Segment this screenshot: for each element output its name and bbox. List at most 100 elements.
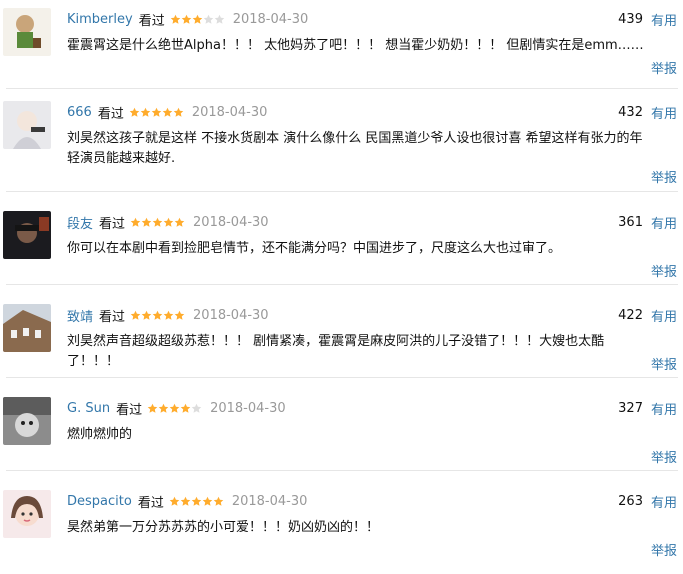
watched-label: 看过 — [137, 495, 164, 511]
star-filled-icon — [158, 403, 169, 414]
star-filled-icon — [180, 403, 191, 414]
star-filled-icon — [202, 496, 213, 507]
watched-label: 看过 — [97, 106, 124, 122]
vote-count: 361 — [618, 214, 643, 230]
star-empty-icon — [214, 14, 225, 25]
report-link[interactable]: 举报 — [651, 58, 677, 77]
star-filled-icon — [141, 310, 152, 321]
star-empty-icon — [191, 403, 202, 414]
divider — [6, 284, 678, 285]
star-filled-icon — [169, 403, 180, 414]
review-content: 霍震霄这是什么绝世Alpha！！！ 太他妈苏了吧！！！ 想当霍少奶奶！！！ 但剧… — [67, 38, 644, 53]
divider — [6, 377, 678, 378]
watched-label: 看过 — [116, 402, 143, 418]
useful-button[interactable]: 有用 — [651, 399, 677, 418]
review-content: 刘昊然这孩子就是这样 不接水货剧本 演什么像什么 民国黑道少爷人设也很讨喜 希望… — [67, 131, 643, 166]
vote-area: 361 有用 — [618, 213, 677, 232]
review-meta: G. Sun 看过 2018-04-30 — [67, 399, 286, 418]
vote-area: 263 有用 — [618, 492, 677, 511]
review-item: 666 看过 2018-04-30 432 有用 刘昊然这孩子就是这样 不接水货… — [0, 93, 683, 186]
divider — [6, 470, 678, 471]
watched-label: 看过 — [99, 309, 126, 325]
review-meta: Despacito 看过 2018-04-30 — [67, 492, 307, 511]
report-link[interactable]: 举报 — [651, 261, 677, 280]
star-filled-icon — [152, 217, 163, 228]
avatar[interactable] — [3, 304, 51, 352]
useful-button[interactable]: 有用 — [651, 10, 677, 29]
vote-area: 432 有用 — [618, 103, 677, 122]
star-filled-icon — [152, 310, 163, 321]
vote-count: 432 — [618, 104, 643, 120]
useful-button[interactable]: 有用 — [651, 492, 677, 511]
star-filled-icon — [169, 496, 180, 507]
star-filled-icon — [130, 310, 141, 321]
review-item: 段友 看过 2018-04-30 361 有用 你可以在本剧中看到捡肥皂情节，还… — [0, 203, 683, 295]
review-list: Kimberley 看过 2018-04-30 439 有用 霍震霄这是什么绝世… — [0, 0, 683, 561]
star-filled-icon — [192, 14, 203, 25]
watched-label: 看过 — [138, 13, 165, 29]
author-link[interactable]: 段友 — [67, 213, 93, 232]
star-filled-icon — [191, 496, 202, 507]
star-filled-icon — [151, 107, 162, 118]
star-filled-icon — [130, 217, 141, 228]
author-link[interactable]: 致靖 — [67, 306, 93, 325]
star-filled-icon — [174, 217, 185, 228]
review-meta: 致靖 看过 2018-04-30 — [67, 306, 269, 325]
star-filled-icon — [173, 107, 184, 118]
review-content: 你可以在本剧中看到捡肥皂情节，还不能满分吗？中国进步了，尺度这么大也过审了。 — [67, 241, 562, 256]
author-link[interactable]: G. Sun — [67, 401, 110, 416]
rating-stars — [130, 217, 185, 228]
avatar[interactable] — [3, 8, 51, 56]
author-link[interactable]: Kimberley — [67, 12, 133, 27]
vote-area: 439 有用 — [618, 10, 677, 29]
review-content: 昊然弟第一万分苏苏苏的小可爱！！！奶凶奶凶的！！ — [67, 520, 380, 535]
useful-button[interactable]: 有用 — [651, 213, 677, 232]
useful-button[interactable]: 有用 — [651, 306, 677, 325]
star-filled-icon — [174, 310, 185, 321]
avatar[interactable] — [3, 397, 51, 445]
star-filled-icon — [163, 310, 174, 321]
rating-stars — [130, 310, 185, 321]
avatar[interactable] — [3, 490, 51, 538]
avatar[interactable] — [3, 101, 51, 149]
vote-count: 263 — [618, 493, 643, 509]
rating-stars — [147, 403, 202, 414]
review-content: 燃帅燃帅的 — [67, 427, 133, 442]
star-empty-icon — [203, 14, 214, 25]
vote-count: 327 — [618, 400, 643, 416]
review-date: 2018-04-30 — [232, 11, 309, 27]
review-date: 2018-04-30 — [193, 214, 269, 230]
review-item: 致靖 看过 2018-04-30 422 有用 刘昊然声音超级超级苏惹！！！ 剧… — [0, 296, 683, 388]
author-link[interactable]: Despacito — [67, 494, 132, 509]
star-filled-icon — [181, 14, 192, 25]
review-item: Kimberley 看过 2018-04-30 439 有用 霍震霄这是什么绝世… — [0, 0, 683, 92]
star-filled-icon — [162, 107, 173, 118]
vote-count: 422 — [618, 307, 643, 323]
star-filled-icon — [129, 107, 140, 118]
star-filled-icon — [147, 403, 158, 414]
review-date: 2018-04-30 — [191, 104, 268, 120]
star-filled-icon — [141, 217, 152, 228]
vote-area: 327 有用 — [618, 399, 677, 418]
avatar[interactable] — [3, 211, 51, 259]
divider — [6, 191, 678, 192]
useful-button[interactable]: 有用 — [651, 103, 677, 122]
review-date: 2018-04-30 — [193, 307, 269, 323]
review-content: 刘昊然声音超级超级苏惹！！！ 剧情紧凑，霍震霄是麻皮阿洪的儿子没错了！！！大嫂也… — [67, 334, 605, 369]
review-date: 2018-04-30 — [210, 400, 286, 416]
watched-label: 看过 — [99, 216, 126, 232]
star-filled-icon — [180, 496, 191, 507]
divider — [6, 88, 678, 89]
rating-stars — [169, 496, 224, 507]
author-link[interactable]: 666 — [67, 105, 92, 120]
rating-stars — [129, 107, 184, 118]
star-filled-icon — [163, 217, 174, 228]
review-item: G. Sun 看过 2018-04-30 327 有用 燃帅燃帅的 举报 — [0, 389, 683, 481]
review-item: Despacito 看过 2018-04-30 263 有用 昊然弟第一万分苏苏… — [0, 482, 683, 574]
report-link[interactable]: 举报 — [651, 540, 677, 559]
report-link[interactable]: 举报 — [651, 354, 677, 373]
report-link[interactable]: 举报 — [651, 167, 677, 186]
star-filled-icon — [140, 107, 151, 118]
report-link[interactable]: 举报 — [651, 447, 677, 466]
review-meta: 666 看过 2018-04-30 — [67, 103, 268, 122]
